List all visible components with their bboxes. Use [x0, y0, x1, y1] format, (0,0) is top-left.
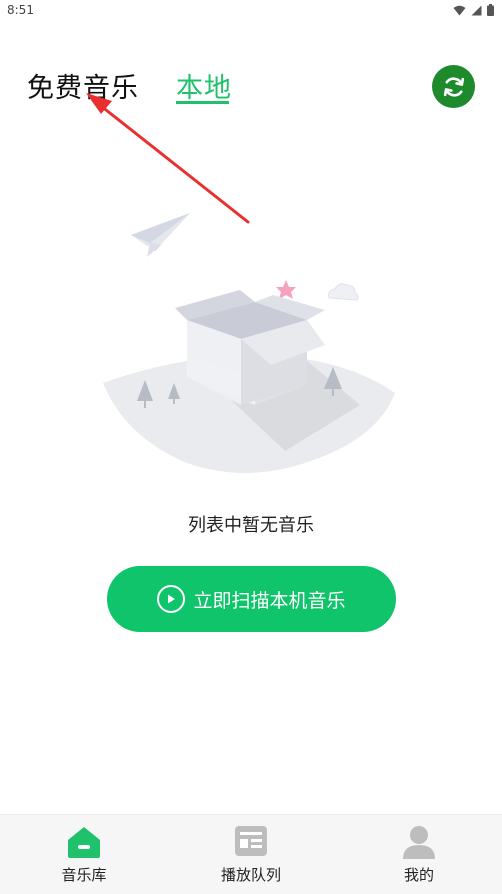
- nav-label-queue: 播放队列: [220, 866, 281, 884]
- wifi-icon: [453, 5, 466, 15]
- tab-free-music[interactable]: 免费音乐: [27, 66, 139, 105]
- star-icon: [276, 280, 296, 299]
- empty-box-illustration: [103, 213, 395, 473]
- tab-local-indicator: [176, 101, 229, 104]
- refresh-icon: [443, 77, 464, 96]
- nav-item-me[interactable]: 我的: [359, 815, 479, 894]
- nav-label-me: 我的: [403, 866, 434, 884]
- home-icon: [68, 827, 100, 858]
- play-icon: [157, 585, 186, 613]
- status-bar: 8:51: [0, 0, 502, 22]
- nav-item-library[interactable]: 音乐库: [24, 815, 144, 894]
- paper-plane-icon: [131, 213, 190, 257]
- battery-icon: [487, 4, 494, 16]
- status-time: 8:51: [7, 3, 34, 17]
- bottom-navigation: 音乐库 播放队列 我的: [0, 814, 502, 894]
- queue-icon: [235, 826, 267, 856]
- refresh-button[interactable]: [432, 65, 475, 108]
- cloud-icon: [328, 283, 359, 301]
- signal-icon: [471, 5, 482, 15]
- status-icons: [453, 4, 494, 16]
- nav-label-library: 音乐库: [61, 866, 107, 884]
- profile-icon: [403, 826, 435, 859]
- nav-item-queue[interactable]: 播放队列: [191, 815, 311, 894]
- tab-local[interactable]: 本地: [176, 66, 232, 105]
- scan-button-label: 立即扫描本机音乐: [193, 589, 346, 612]
- empty-list-message: 列表中暂无音乐: [188, 515, 314, 536]
- scan-local-music-button[interactable]: 立即扫描本机音乐: [107, 566, 396, 632]
- screen: 8:51 免费音乐 本地 列表中暂无音乐 立即扫描本机音乐 音乐库 播放队列 我…: [0, 0, 502, 894]
